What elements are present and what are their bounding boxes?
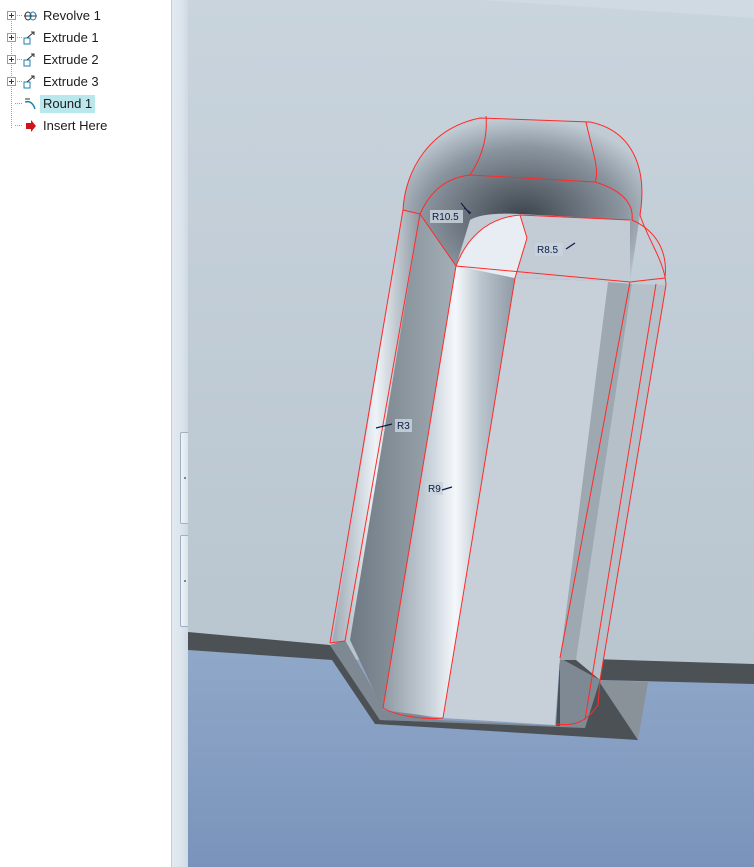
graphics-viewport[interactable]: R10.5 R8.5 R3 R9 [188, 0, 754, 867]
tree-item-insert-here[interactable]: Insert Here [0, 115, 171, 137]
revolve-icon [22, 8, 38, 24]
tree-item-label: Insert Here [43, 118, 108, 133]
dimension-label: R10.5 [432, 212, 459, 223]
panel-splitter[interactable] [171, 0, 190, 867]
dimension-label: R8.5 [537, 245, 559, 256]
tree-item-label: Extrude 3 [43, 74, 99, 89]
dimension-label: R3 [397, 421, 410, 432]
extrude-icon [22, 74, 38, 90]
tree-item-label: Extrude 2 [43, 52, 99, 67]
tree-item-extrude-3[interactable]: Extrude 3 [0, 71, 171, 93]
extrude-icon [22, 52, 38, 68]
extrude-icon [22, 30, 38, 46]
tree-item-label: Round 1 [40, 95, 96, 113]
tree-item-revolve-1[interactable]: Revolve 1 [0, 5, 171, 27]
tree-item-label: Extrude 1 [43, 30, 99, 45]
tree-item-extrude-2[interactable]: Extrude 2 [0, 49, 171, 71]
dimension-label: R9 [428, 484, 441, 495]
model-tree: Revolve 1 Extrude 1 Extrude 2 Extrude 3 … [0, 0, 171, 867]
tree-item-label: Revolve 1 [43, 8, 101, 23]
round-icon [22, 96, 38, 112]
tree-item-extrude-1[interactable]: Extrude 1 [0, 27, 171, 49]
tree-item-round-1[interactable]: Round 1 [0, 93, 171, 115]
insert-arrow-icon [22, 118, 38, 134]
